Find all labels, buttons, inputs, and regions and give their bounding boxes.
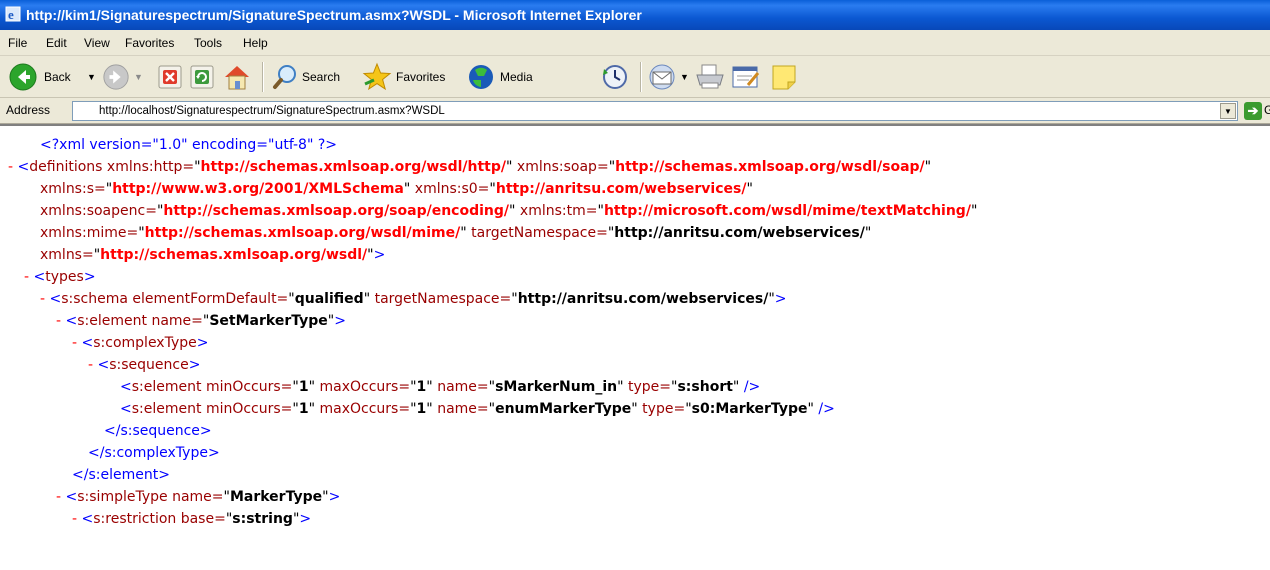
refresh-button[interactable] [190,65,214,89]
xml-line-simpletype: - <s:simpleType name="MarkerType"> [56,489,341,505]
home-icon [225,66,249,90]
collapse-toggle[interactable]: - [8,159,18,175]
go-button[interactable]: ➔ [1244,102,1262,120]
edit-button[interactable] [730,63,762,91]
xml-line-sequence: - <s:sequence> [88,357,201,373]
xml-line-child-element-2: <s:element minOccurs="1" maxOccurs="1" n… [120,401,835,417]
search-button[interactable]: Search [270,62,356,92]
print-button[interactable] [694,63,726,91]
menu-file[interactable]: File [8,36,27,50]
xml-declaration: <?xml version="1.0" encoding="utf-8" ?> [40,137,338,153]
chevron-down-icon[interactable]: ▼ [680,72,689,82]
xml-line-complextype: - <s:complexType> [72,335,209,351]
page-content: <?xml version="1.0" encoding="utf-8" ?> … [0,124,1270,570]
xml-line-child-element-1: <s:element minOccurs="1" maxOccurs="1" n… [120,379,761,395]
go-arrow-icon: ➔ [1247,103,1259,118]
svg-text:e: e [8,7,14,22]
menu-bar: File Edit View Favorites Tools Help [0,30,1270,56]
address-value: http://localhost/Signaturespectrum/Signa… [99,105,445,117]
xml-line-definitions-4: xmlns:mime="http://schemas.xmlsoap.org/w… [40,225,872,241]
back-label: Back [44,70,71,84]
media-icon [469,65,493,89]
back-arrow-icon [9,63,37,91]
xml-line-types: - <types> [24,269,96,285]
chevron-down-icon[interactable]: ▼ [87,72,96,82]
edit-document-icon [732,66,760,88]
address-dropdown-button[interactable]: ▼ [1220,103,1236,119]
collapse-toggle[interactable]: - [88,357,98,373]
collapse-toggle[interactable]: - [24,269,34,285]
sticky-note-icon [772,65,796,90]
xml-line-definitions-3: xmlns:soapenc="http://schemas.xmlsoap.or… [40,203,978,219]
favorites-button[interactable]: Favorites [360,62,460,92]
favorites-star-icon [362,62,392,91]
xml-line-element-setmarkertype: - <s:element name="SetMarkerType"> [56,313,346,329]
chevron-down-icon[interactable]: ▼ [134,72,143,82]
forward-arrow-icon [103,64,129,90]
note-button[interactable] [768,63,800,91]
toolbar-separator [640,62,642,92]
address-label: Address [6,103,51,117]
mail-button[interactable]: ▼ [648,63,692,91]
address-bar: Address http://localhost/Signaturespectr… [0,98,1270,124]
search-label: Search [302,70,341,84]
toolbar-separator [262,62,264,92]
xml-line-definitions-5: xmlns="http://schemas.xmlsoap.org/wsdl/"… [40,247,386,263]
history-button[interactable] [600,63,630,91]
xml-line-sequence-close: </s:sequence> [104,423,212,439]
xml-line-complextype-close: </s:complexType> [88,445,220,461]
standard-toolbar: Back ▼ ▼ Search Favorites Media ▼ [0,56,1270,98]
menu-favorites[interactable]: Favorites [125,36,174,50]
history-clock-icon [603,65,627,89]
search-icon [273,65,296,89]
menu-tools[interactable]: Tools [194,36,222,50]
address-input[interactable]: http://localhost/Signaturespectrum/Signa… [72,101,1238,121]
refresh-icon [190,65,214,89]
go-label[interactable]: G [1264,103,1270,117]
collapse-toggle[interactable]: - [72,335,82,351]
forward-button[interactable]: ▼ [100,62,148,92]
collapse-toggle[interactable]: - [56,313,66,329]
internet-explorer-icon: e [5,6,21,22]
menu-edit[interactable]: Edit [46,36,67,50]
window-titlebar: e http://kim1/Signaturespectrum/Signatur… [0,0,1270,30]
favorites-label: Favorites [396,70,446,84]
menu-view[interactable]: View [84,36,110,50]
collapse-toggle[interactable]: - [56,489,66,505]
mail-envelope-icon [649,64,675,90]
window-title: http://kim1/Signaturespectrum/SignatureS… [26,7,642,23]
printer-icon [696,64,724,89]
collapse-toggle[interactable]: - [72,511,82,527]
back-button[interactable]: Back ▼ [4,62,96,92]
xml-line-restriction: - <s:restriction base="s:string"> [72,511,312,527]
xml-line-definitions: - <definitions xmlns:http="http://schema… [8,159,932,175]
menu-help[interactable]: Help [243,36,268,50]
media-label: Media [500,70,533,84]
stop-button[interactable] [158,65,182,89]
media-button[interactable]: Media [466,62,546,92]
stop-icon [158,65,182,89]
home-button[interactable] [222,63,252,91]
xml-line-element-close: </s:element> [72,467,170,483]
collapse-toggle[interactable]: - [40,291,50,307]
xml-line-definitions-2: xmlns:s="http://www.w3.org/2001/XMLSchem… [40,181,753,197]
xml-line-schema: - <s:schema elementFormDefault="qualifie… [40,291,787,307]
